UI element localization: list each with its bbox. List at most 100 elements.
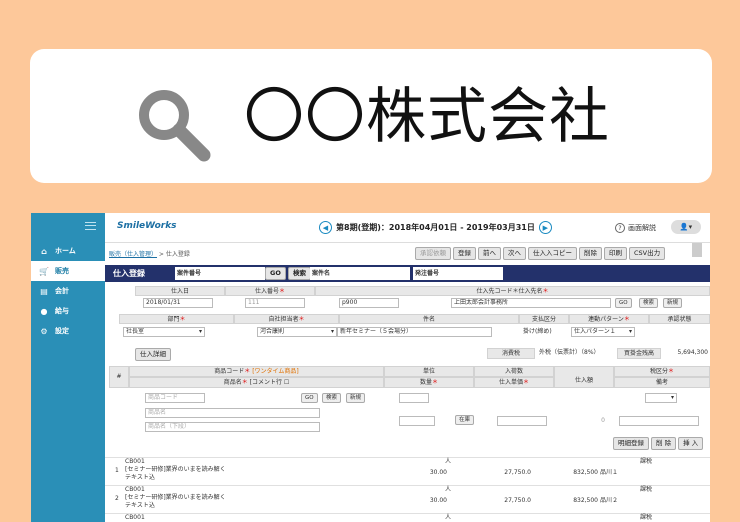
code-header: 商品コード＊ [ワンタイム商品]: [129, 366, 384, 377]
toolbar-button-7[interactable]: CSV出力: [629, 247, 666, 260]
chevron-left-icon[interactable]: ◀: [319, 221, 332, 234]
unit-header: 単位: [384, 366, 474, 377]
vendor-code-input[interactable]: p900: [339, 298, 399, 308]
main-area: SmileWorks ◀ 第8期(登期)：2018年04月01日 - 2019年…: [105, 213, 710, 522]
row-code: CB001: [125, 486, 145, 493]
row-price: 27,750.0: [504, 497, 531, 504]
logo: SmileWorks: [117, 221, 177, 231]
toolbar-button-4[interactable]: 仕入入コピー: [528, 247, 577, 260]
row-code: CB001: [125, 458, 145, 465]
sidebar-item-0[interactable]: ⌂ ホーム: [31, 241, 105, 261]
entry-search-button[interactable]: 検索: [322, 393, 342, 403]
no-input[interactable]: 111: [245, 298, 305, 308]
toolbar-button-6[interactable]: 印刷: [604, 247, 627, 260]
sidebar-item-label: 給与: [55, 307, 69, 315]
pattern-select[interactable]: 仕入パターン１: [571, 327, 635, 337]
row-price: 27,750.0: [504, 469, 531, 476]
detail-button[interactable]: 仕入詳細: [135, 348, 171, 361]
hash-header: #: [109, 366, 129, 388]
sidebar-item-1[interactable]: 🛒 販売: [31, 261, 105, 281]
entry-qty-input[interactable]: [399, 416, 435, 426]
question-icon: ?: [615, 223, 625, 233]
entry-go-button[interactable]: GO: [301, 393, 318, 403]
qty-header: 数量＊: [384, 377, 474, 388]
row-code: CB001: [125, 514, 145, 521]
approval-header: 承認状態: [649, 314, 710, 324]
line-button-2[interactable]: 挿 入: [678, 437, 704, 450]
tax-label: 消費税: [487, 348, 535, 359]
sidebar-item-label: ホーム: [55, 247, 76, 255]
toolbar-button-0[interactable]: 承認依頼: [415, 247, 451, 260]
entry-tax-select[interactable]: [645, 393, 677, 403]
sidebar: ⌂ ホーム 🛒 販売 ▤ 会計 ● 給与 ⚙ 設定: [31, 213, 105, 522]
gear-icon: ⚙: [40, 326, 48, 336]
table-row[interactable]: 2 CB001 [セミナー研修]業界のいまを読み解く テキスト込 人 30.00 27,75…: [105, 485, 710, 513]
sidebar-item-3[interactable]: ● 給与: [31, 301, 105, 321]
entry-name2-input[interactable]: 商品名（下段）: [145, 422, 320, 432]
toolbar-button-1[interactable]: 登録: [453, 247, 476, 260]
case-name-field[interactable]: 案件名: [310, 267, 410, 280]
row-amount: 832,500: [573, 497, 598, 504]
search-bar[interactable]: 〇〇株式会社: [30, 49, 712, 183]
entry-name-input[interactable]: 商品名: [145, 408, 320, 418]
vendor-new-button[interactable]: 新規: [663, 298, 683, 308]
case-no-field[interactable]: 案件番号: [175, 267, 265, 280]
stock-button[interactable]: 在庫: [455, 415, 475, 425]
row-unit: 人: [445, 458, 452, 465]
case-go-button[interactable]: GO: [265, 267, 286, 280]
toolbar-button-3[interactable]: 次へ: [503, 247, 526, 260]
entry-code-input[interactable]: 商品コード: [145, 393, 205, 403]
help-link[interactable]: ? 画面解説: [615, 223, 656, 233]
toolbar-button-5[interactable]: 削除: [579, 247, 602, 260]
entry-unit-input[interactable]: [399, 393, 429, 403]
vendor-search-button[interactable]: 検索: [639, 298, 659, 308]
ledger-icon: ▤: [40, 286, 48, 296]
breadcrumb-parent[interactable]: 販売（仕入管理）: [109, 251, 157, 258]
page-title-bar: 仕入登録 案件番号 GO 検索 案件名 発注番号: [105, 265, 710, 282]
table-row[interactable]: 1 CB001 [セミナー研修]業界のいまを読み解く テキスト込 人 30.00 27,75…: [105, 457, 710, 485]
pay-header: 支払区分: [519, 314, 569, 324]
header-form: 仕入日 仕入番号＊ 仕入先コード＊仕入先名＊ 2018/01/31 111 p9…: [105, 286, 710, 342]
menu-icon[interactable]: [85, 222, 96, 230]
entry-price-input[interactable]: [497, 416, 547, 426]
entry-new-button[interactable]: 新規: [346, 393, 366, 403]
entry-memo-input[interactable]: [619, 416, 699, 426]
subject-input[interactable]: 新年セミナー（５会場分）: [337, 327, 492, 337]
vendor-header: 仕入先コード＊仕入先名＊: [315, 286, 710, 296]
money-bag-icon: ●: [40, 306, 48, 316]
vendor-name-input[interactable]: 上田太郎会計事務所: [451, 298, 611, 308]
row-name2: テキスト込: [125, 502, 155, 509]
breadcrumb: 販売（仕入管理） > 仕入登録: [109, 251, 190, 258]
search-query: 〇〇株式会社: [244, 82, 610, 152]
period-label: 第8期(登期)：2018年04月01日 - 2019年03月31日: [336, 223, 535, 232]
date-input[interactable]: 2018/01/31: [143, 298, 213, 308]
memo-header: 備考: [614, 377, 710, 388]
in-qty-header: 入荷数: [474, 366, 554, 377]
sidebar-item-2[interactable]: ▤ 会計: [31, 281, 105, 301]
sidebar-item-4[interactable]: ⚙ 設定: [31, 321, 105, 341]
dept-select[interactable]: 社長室: [123, 327, 205, 337]
subject-header: 件名: [339, 314, 519, 324]
row-tax: 課税: [640, 514, 653, 521]
row-name2: テキスト込: [125, 474, 155, 481]
pin-icon[interactable]: [692, 243, 702, 257]
table-row[interactable]: CB001 人 課税: [105, 513, 710, 522]
vendor-go-button[interactable]: GO: [615, 298, 632, 308]
toolbar: 承認依頼 登録 前へ 次へ 仕入入コピー 削除 印刷 CSV出力: [415, 247, 666, 260]
case-search-button[interactable]: 検索: [288, 267, 311, 280]
dept-header: 部門＊: [119, 314, 234, 324]
chevron-right-icon[interactable]: ▶: [538, 221, 552, 234]
app-window: ⌂ ホーム 🛒 販売 ▤ 会計 ● 給与 ⚙ 設定 SmileWorks ◀ 第8期(登期)：20…: [31, 213, 710, 522]
user-menu-button[interactable]: 👤▾: [671, 220, 701, 234]
top-bar: SmileWorks ◀ 第8期(登期)：2018年04月01日 - 2019年…: [105, 213, 710, 243]
entry-amount: 0: [601, 417, 605, 424]
toolbar-button-2[interactable]: 前へ: [478, 247, 501, 260]
order-no-field[interactable]: 発注番号: [413, 267, 503, 280]
line-button-1[interactable]: 削 除: [651, 437, 677, 450]
sidebar-item-label: 会計: [55, 287, 69, 295]
total-value: 5,694,300: [677, 349, 708, 356]
help-label: 画面解説: [628, 224, 656, 232]
line-button-0[interactable]: 明細登録: [613, 437, 649, 450]
staff-select[interactable]: 河合康則: [257, 327, 337, 337]
row-no: 1: [115, 467, 119, 474]
